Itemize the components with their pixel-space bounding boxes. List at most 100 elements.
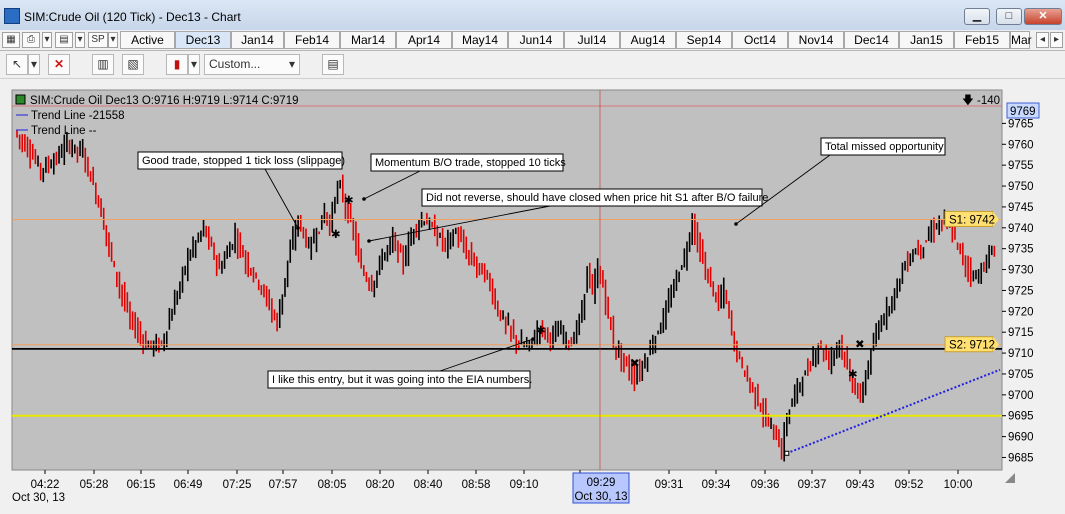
app-icon	[4, 8, 20, 24]
crosshair-time: 09:29	[587, 477, 616, 489]
time-tick-label: 07:57	[269, 479, 298, 491]
tab-mar[interactable]: Mar	[1010, 31, 1032, 49]
price-tick-label: 9700	[1008, 390, 1034, 402]
tab-dec13[interactable]: Dec13	[175, 31, 231, 49]
bar-type-icon[interactable]: ▮	[166, 54, 188, 75]
pnl-down-icon: 🡇	[962, 94, 974, 107]
chart-header: SIM:Crude Oil Dec13 O:9716 H:9719 L:9714…	[30, 95, 299, 107]
template-select-value: Custom...	[209, 57, 261, 71]
time-tick-label: 10:00	[944, 479, 973, 491]
minimize-button[interactable]: ▁	[964, 8, 990, 25]
bar-type-dropdown-icon[interactable]: ▾	[188, 54, 200, 75]
price-tick-label: 9735	[1008, 244, 1034, 256]
price-chart[interactable]: 9685 9690 9695 9700 9705 9710 9715 9720 9725 9730…	[0, 88, 1065, 514]
time-tick-label: 06:49	[174, 479, 203, 491]
instrument-dropdown-icon[interactable]: ▾	[75, 32, 85, 48]
current-price-tag: 9769	[1010, 106, 1036, 118]
legend-trend-line-1: Trend Line -21558	[31, 110, 125, 122]
resize-grip-icon[interactable]	[1005, 473, 1015, 483]
tab-active[interactable]: Active	[120, 31, 175, 49]
window-title: SIM:Crude Oil (120 Tick) - Dec13 - Chart	[24, 10, 241, 24]
annotation-missed-opportunity-arrow-head	[734, 222, 738, 226]
pnl-value: -140	[977, 95, 1000, 107]
time-tick-label: 09:37	[798, 479, 827, 491]
window-titlebar: SIM:Crude Oil (120 Tick) - Dec13 - Chart…	[0, 0, 1065, 31]
buy-marker: ✱	[848, 369, 858, 381]
template-dropdown-icon: ▾	[288, 57, 295, 71]
time-tick-label: 08:05	[318, 479, 347, 491]
legend-trend-line-2: Trend Line --	[31, 125, 97, 137]
annotation-did-not-reverse-arrow-head	[367, 239, 371, 243]
annotation-good-trade: Good trade, stopped 1 tick loss (slippag…	[142, 155, 345, 167]
exit-marker: ✖	[630, 358, 640, 370]
remove-drawings-icon[interactable]: ✕	[48, 54, 70, 75]
price-tick-label: 9725	[1008, 285, 1034, 297]
annotation-good-trade-arrow-head	[296, 226, 300, 230]
time-tick-label: 08:58	[462, 479, 491, 491]
scroll-right-icon[interactable]: ▸	[1050, 32, 1063, 48]
annotation-missed-opportunity: Total missed opportunity	[825, 141, 944, 153]
tab-mar14[interactable]: Mar14	[340, 31, 396, 49]
annotation-eia-entry-arrow-head	[531, 337, 535, 341]
annotation-momentum-trade: Momentum B/O trade, stopped 10 ticks	[375, 157, 566, 169]
pointer-icon[interactable]: ↖	[6, 54, 28, 75]
time-tick-label: 09:34	[702, 479, 731, 491]
annotation-momentum-trade-arrow-head	[362, 197, 366, 201]
price-tick-label: 9760	[1008, 139, 1034, 151]
pointer-dropdown-icon[interactable]: ▾	[28, 54, 40, 75]
trend-line-anchor[interactable]	[784, 450, 790, 456]
price-tick-label: 9765	[1008, 118, 1034, 130]
tab-sep14[interactable]: Sep14	[676, 31, 732, 49]
instrument-selector-dropdown-icon[interactable]: ▾	[108, 32, 118, 48]
maximize-button[interactable]: □	[996, 8, 1022, 25]
crosshair-date: Oct 30, 13	[574, 491, 627, 503]
chart-properties-icon[interactable]: ▦	[2, 32, 20, 48]
tab-jun14[interactable]: Jun14	[508, 31, 564, 49]
time-tick-label: 09:10	[510, 479, 539, 491]
instrument-selector[interactable]: SP	[88, 32, 108, 48]
price-tick-label: 9740	[1008, 223, 1034, 235]
tab-dec14[interactable]: Dec14	[844, 31, 899, 49]
tab-oct14[interactable]: Oct14	[732, 31, 788, 49]
time-tick-label: 09:31	[655, 479, 684, 491]
buy-marker: ✱	[344, 195, 354, 207]
time-tick-label: 09:43	[846, 479, 875, 491]
buy-marker: ✱	[536, 325, 546, 337]
time-tick-label: 08:40	[414, 479, 443, 491]
tab-feb15[interactable]: Feb15	[954, 31, 1010, 49]
price-tick-label: 9750	[1008, 181, 1034, 193]
chart-toolbar: ↖ ▾ ✕ ▥ ▧ ▮ ▾ Custom... ▾ ▤	[0, 51, 1065, 79]
instrument-icon[interactable]: ▤	[55, 32, 73, 48]
strategies-icon[interactable]: ▧	[122, 54, 144, 75]
price-tick-label: 9745	[1008, 202, 1034, 214]
time-tick-label: 04:22	[31, 479, 60, 491]
tab-nov14[interactable]: Nov14	[788, 31, 844, 49]
template-select[interactable]: Custom... ▾	[204, 54, 300, 75]
price-tick-label: 9715	[1008, 327, 1034, 339]
data-box-icon[interactable]: ▤	[322, 54, 344, 75]
tab-aug14[interactable]: Aug14	[620, 31, 676, 49]
print-icon[interactable]: ⎙	[22, 32, 40, 48]
price-tick-label: 9720	[1008, 306, 1034, 318]
time-tick-label: 08:20	[366, 479, 395, 491]
tab-jul14[interactable]: Jul14	[564, 31, 620, 49]
indicators-icon[interactable]: ▥	[92, 54, 114, 75]
annotation-did-not-reverse: Did not reverse, should have closed when…	[426, 192, 768, 204]
price-tick-label: 9705	[1008, 369, 1034, 381]
tab-feb14[interactable]: Feb14	[284, 31, 340, 49]
close-button[interactable]: ✕	[1024, 8, 1062, 25]
price-tick-label: 9690	[1008, 432, 1034, 444]
tab-may14[interactable]: May14	[452, 31, 508, 49]
tab-jan14[interactable]: Jan14	[231, 31, 284, 49]
tab-jan15[interactable]: Jan15	[899, 31, 954, 49]
annotation-eia-entry: I like this entry, but it was going into…	[272, 374, 532, 386]
s2-label: S2: 9712	[949, 340, 995, 352]
s1-label: S1: 9742	[949, 214, 995, 226]
price-tick-label: 9695	[1008, 411, 1034, 423]
scroll-left-icon[interactable]: ◂	[1036, 32, 1049, 48]
time-tick-label: 05:28	[80, 479, 109, 491]
print-dropdown-icon[interactable]: ▾	[42, 32, 52, 48]
time-tick-label: 06:15	[127, 479, 156, 491]
chart-panel[interactable]: 9685 9690 9695 9700 9705 9710 9715 9720 9725 9730…	[0, 88, 1065, 514]
tab-apr14[interactable]: Apr14	[396, 31, 452, 49]
